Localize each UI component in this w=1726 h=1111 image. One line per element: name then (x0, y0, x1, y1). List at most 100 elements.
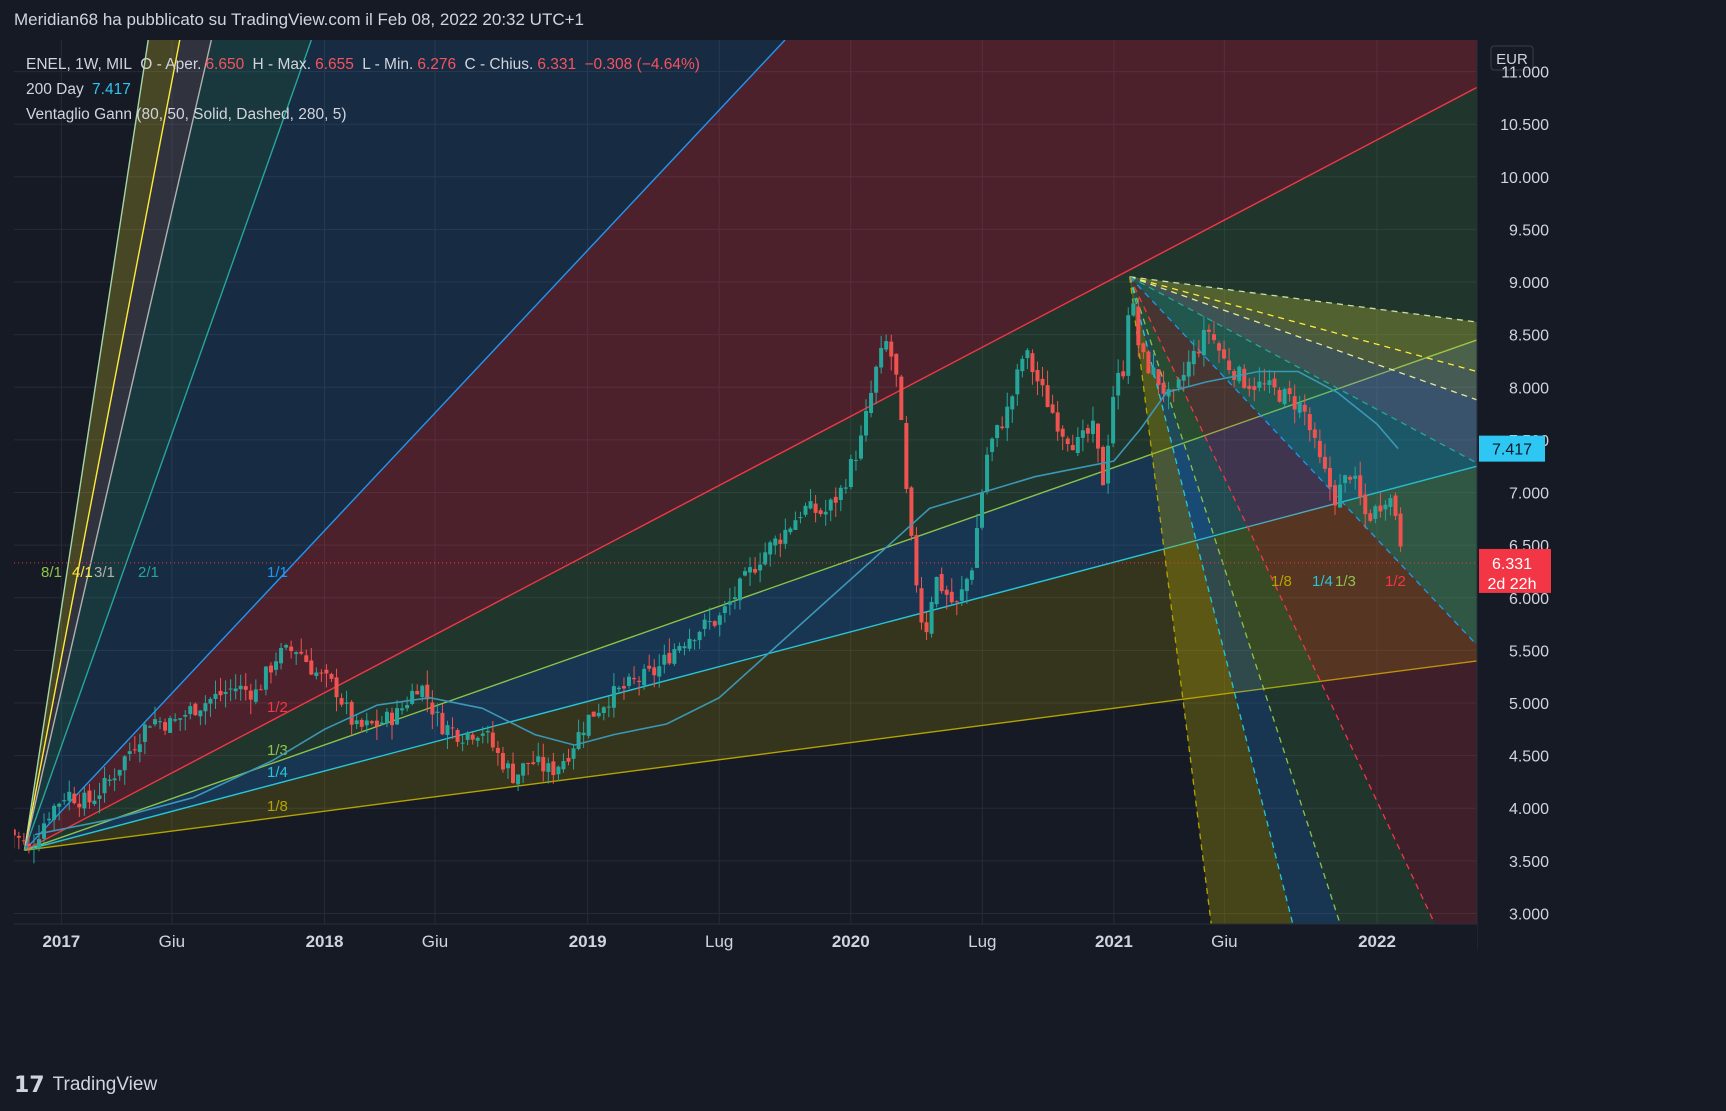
candle-body (410, 690, 415, 704)
candle-body (1348, 476, 1353, 480)
gann-ratio-label: 1/2 (1385, 573, 1406, 590)
price-tick-label: 7.000 (1509, 486, 1549, 503)
last-price-text: 6.331 (1492, 556, 1532, 573)
candle-body (122, 756, 127, 771)
candle-body (440, 712, 445, 735)
candle-body (1227, 360, 1232, 370)
candle-body (1388, 498, 1393, 508)
candle-body (858, 435, 863, 459)
chart-area[interactable]: 8/14/13/12/11/11/21/31/41/88/14/13/12/11… (14, 40, 1725, 1058)
candle-body (556, 766, 561, 775)
candle-body (732, 597, 737, 599)
candle-body (727, 601, 732, 605)
candle-body (889, 341, 894, 357)
candle-body (505, 763, 510, 769)
candle-body (1156, 369, 1161, 385)
candle-body (1015, 369, 1020, 395)
candle-body (1075, 437, 1080, 454)
candle-body (657, 666, 662, 677)
candle-body (1141, 343, 1146, 353)
candle-body (14, 829, 16, 836)
candle-body (16, 835, 21, 838)
candle-body (1247, 385, 1252, 389)
candle-body (702, 619, 707, 629)
candle-body (934, 576, 939, 605)
candle-body (289, 646, 294, 652)
candle-body (92, 800, 97, 805)
candle-body (1035, 370, 1040, 382)
candle-body (1353, 475, 1358, 479)
gann-ratio-label: 3/1 (94, 564, 115, 581)
candle-body (1297, 402, 1302, 413)
candle-body (1267, 380, 1272, 386)
candle-body (142, 724, 147, 742)
candle-body (1302, 404, 1307, 412)
candle-body (969, 570, 974, 580)
candle-body (1055, 412, 1060, 432)
candle-body (1126, 315, 1131, 376)
candle-body (662, 654, 667, 665)
candle-body (803, 505, 808, 515)
gann-ratio-label: 1/3 (267, 742, 288, 759)
candle-body (1136, 306, 1141, 346)
candle-body (990, 438, 995, 452)
candle-body (1000, 426, 1005, 429)
candle-body (1101, 446, 1106, 486)
candle-body (621, 686, 626, 689)
candle-body (677, 646, 682, 651)
candle-body (586, 714, 591, 736)
candle-body (909, 487, 914, 536)
candle-body (294, 652, 299, 655)
candle-body (1292, 396, 1297, 410)
time-tick-label: Giu (422, 932, 448, 951)
candle-body (339, 698, 344, 705)
symbol-label[interactable]: ENEL, 1W, MIL (26, 56, 132, 73)
low-label: L - Min. (362, 56, 414, 73)
candle-body (813, 503, 818, 513)
candle-body (42, 823, 47, 839)
candle-body (904, 423, 909, 490)
high-value: 6.655 (315, 56, 354, 73)
candle-body (405, 704, 410, 709)
candle-body (299, 651, 304, 654)
candle-body (369, 721, 374, 724)
candle-body (384, 711, 389, 724)
candle-body (274, 661, 279, 670)
candle-body (1363, 494, 1368, 515)
candle-body (1060, 428, 1065, 437)
candle-body (783, 529, 788, 544)
candle-body (1222, 349, 1227, 359)
candle-body (601, 707, 606, 713)
candle-body (717, 615, 722, 625)
candle-body (470, 734, 475, 740)
candle-body (531, 762, 536, 764)
candle-body (1317, 440, 1322, 458)
close-label: C - Chius. (464, 56, 534, 73)
candle-body (1333, 485, 1338, 506)
candle-body (939, 574, 944, 592)
candle-body (949, 591, 954, 603)
candle-body (697, 631, 702, 641)
candle-body (374, 720, 379, 727)
ma-legend[interactable]: 200 Day 7.417 (26, 81, 135, 99)
candle-body (203, 703, 208, 712)
candle-body (894, 353, 899, 375)
gann-legend[interactable]: Ventaglio Gann (80, 50, Solid, Dashed, 2… (26, 106, 351, 124)
price-tick-label: 4.500 (1509, 749, 1549, 766)
time-tick-label: 2021 (1095, 932, 1133, 951)
candle-body (1277, 389, 1282, 402)
candle-body (193, 703, 198, 716)
brand-name: TradingView (52, 1074, 158, 1095)
candle-body (238, 685, 243, 690)
price-chart[interactable]: 8/14/13/12/11/11/21/31/41/88/14/13/12/11… (14, 40, 1725, 1058)
gann-ratio-label: 4/1 (72, 564, 93, 581)
candle-body (243, 686, 248, 690)
candle-body (485, 730, 490, 733)
candle-body (1181, 374, 1186, 381)
publisher-header: Meridian68 ha pubblicato su TradingView.… (14, 10, 585, 29)
candle-body (450, 727, 455, 729)
candle-body (980, 492, 985, 528)
candle-body (687, 638, 692, 649)
candle-body (67, 791, 72, 801)
candle-body (924, 622, 929, 633)
